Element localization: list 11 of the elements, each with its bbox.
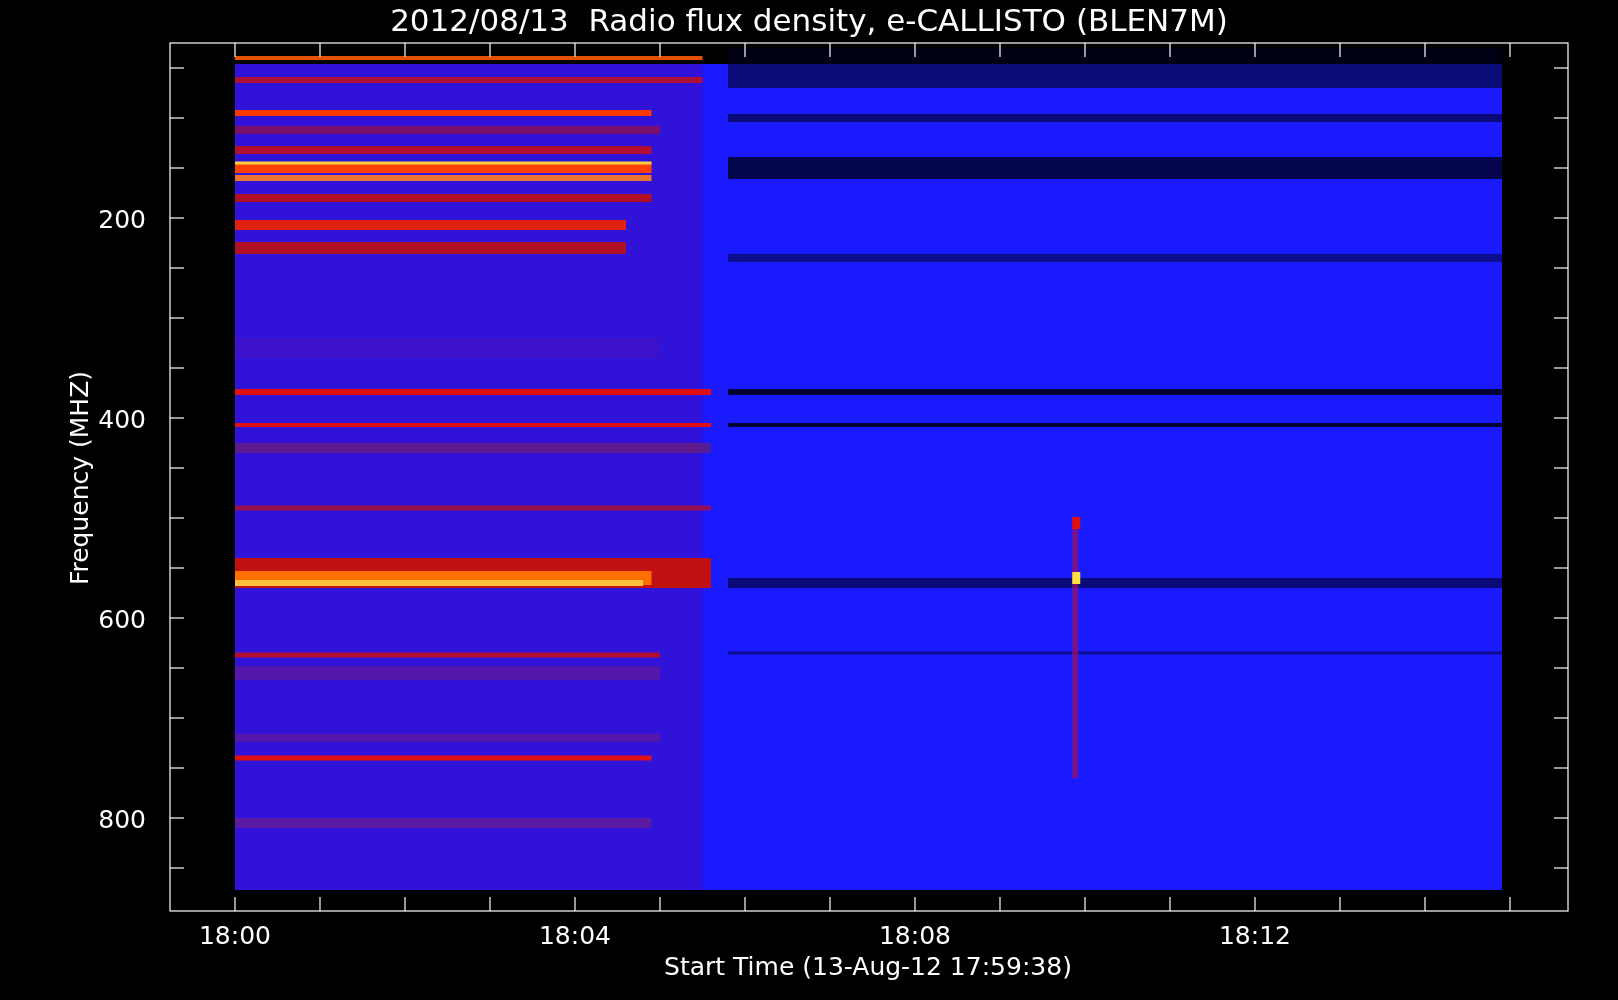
x-axis-label: Start Time (13-Aug-12 17:59:38) <box>664 952 1072 981</box>
y-tick-label: 400 <box>98 405 146 434</box>
x-tick-label: 18:04 <box>539 921 611 950</box>
y-tick-label: 200 <box>98 205 146 234</box>
y-axis-label: Frequency (MHZ) <box>65 370 94 586</box>
y-tick-label: 800 <box>98 805 146 834</box>
x-tick-label: 18:12 <box>1219 921 1291 950</box>
x-tick-label: 18:08 <box>879 921 951 950</box>
x-tick-label: 18:00 <box>199 921 271 950</box>
chart-title: 2012/08/13 Radio flux density, e-CALLISTO (BLEN7M) <box>390 2 1228 38</box>
y-tick-label: 600 <box>98 605 146 634</box>
